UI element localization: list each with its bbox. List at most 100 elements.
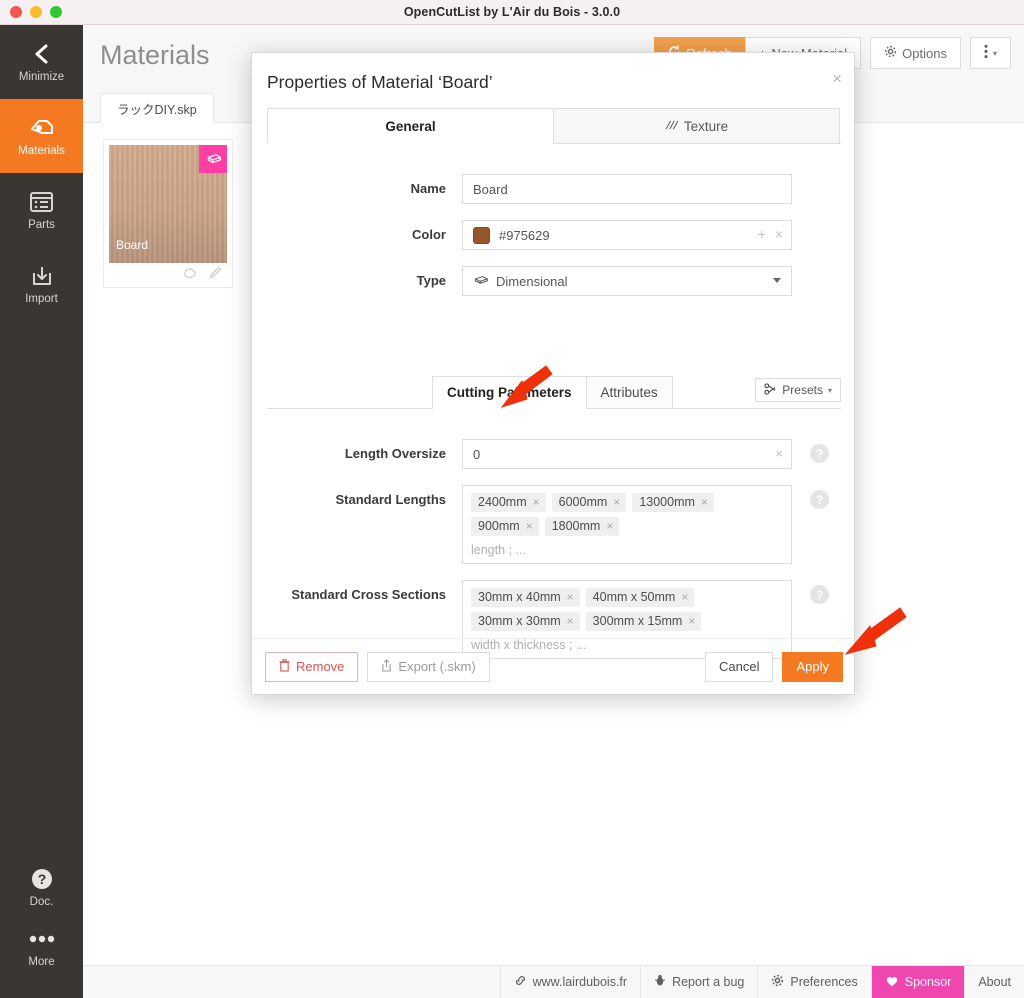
presets-icon: [764, 382, 777, 398]
tag-item[interactable]: 900mm ×: [471, 517, 539, 536]
page-title: Materials: [100, 40, 210, 70]
tag-remove-icon[interactable]: ×: [681, 590, 688, 604]
type-select[interactable]: Dimensional: [462, 266, 792, 296]
color-input[interactable]: #975629: [462, 220, 792, 250]
tag-label: 40mm x 50mm: [592, 590, 676, 604]
options-button-label: Options: [902, 45, 947, 61]
color-actions: + ×: [758, 226, 783, 242]
dialog-tabs: General Texture: [267, 108, 841, 144]
length-oversize-control: 0 × ?: [462, 439, 829, 469]
sidebar-item-doc[interactable]: ? Doc.: [0, 850, 83, 924]
cancel-button[interactable]: Cancel: [705, 651, 774, 682]
close-icon[interactable]: ×: [775, 226, 783, 242]
tag-remove-icon[interactable]: ×: [533, 495, 540, 509]
tag-item[interactable]: 13000mm ×: [632, 493, 714, 512]
plus-icon[interactable]: +: [758, 226, 766, 242]
type-control: Dimensional: [462, 266, 792, 296]
tag-remove-icon[interactable]: ×: [567, 590, 574, 604]
length-oversize-input[interactable]: 0: [462, 439, 792, 469]
clear-icon[interactable]: ×: [775, 446, 783, 461]
tag-remove-icon[interactable]: ×: [606, 519, 613, 533]
tag-item[interactable]: 30mm x 30mm ×: [471, 612, 580, 631]
length-oversize-value: 0: [473, 446, 481, 462]
sidebar-item-materials[interactable]: Materials: [0, 99, 83, 173]
name-input-value: Board: [473, 181, 508, 197]
subtab-attributes[interactable]: Attributes: [585, 376, 673, 409]
status-sponsor[interactable]: Sponsor: [870, 965, 965, 998]
material-thumbnail: Board: [109, 145, 227, 263]
tag-remove-icon[interactable]: ×: [701, 495, 708, 509]
dialog-title: Properties of Material ‘Board’: [267, 72, 493, 92]
window-title: OpenCutList by L'Air du Bois - 3.0.0: [403, 5, 621, 19]
status-about[interactable]: About: [964, 965, 1024, 998]
materials-icon: [29, 115, 55, 142]
chevron-down-icon: ▾: [827, 385, 832, 395]
file-tab-rackdiy[interactable]: ラックDIY.skp: [100, 93, 214, 123]
status-bug-label: Report a bug: [672, 975, 745, 989]
subtab-attributes-label: Attributes: [600, 385, 658, 400]
apply-button[interactable]: Apply: [782, 651, 843, 682]
material-card-board[interactable]: Board: [103, 139, 233, 288]
tag-item[interactable]: 2400mm ×: [471, 493, 546, 512]
tag-item[interactable]: 300mm x 15mm ×: [585, 612, 702, 631]
tag-item[interactable]: 30mm x 40mm ×: [471, 588, 580, 607]
help-icon[interactable]: ?: [810, 490, 829, 509]
sidebar-item-parts[interactable]: Parts: [0, 173, 83, 247]
dialog-subtabs: Cutting Parameters Attributes Presets ▾: [267, 376, 841, 409]
tab-texture-label: Texture: [683, 118, 729, 134]
tag-remove-icon[interactable]: ×: [688, 614, 695, 628]
material-name-label: Board: [116, 238, 149, 252]
name-input[interactable]: Board: [462, 174, 792, 204]
tag-remove-icon[interactable]: ×: [526, 519, 533, 533]
help-icon[interactable]: ?: [810, 585, 829, 604]
status-preferences[interactable]: Preferences: [757, 965, 870, 998]
color-swatch[interactable]: [473, 226, 490, 244]
tag-label: 1800mm: [551, 519, 601, 533]
chevron-down-icon: ▾: [992, 48, 997, 58]
sidebar-item-minimize[interactable]: Minimize: [0, 25, 83, 99]
sidebar-item-label: Import: [25, 292, 58, 305]
standard-lengths-label: Standard Lengths: [335, 492, 446, 507]
standard-lengths-input[interactable]: 2400mm × 6000mm × 13000mm × 900mm × 1800mm × …: [462, 485, 792, 564]
remove-button[interactable]: Remove: [265, 651, 359, 682]
status-report-bug[interactable]: Report a bug: [640, 965, 757, 998]
status-link-website[interactable]: www.lairdubois.fr: [499, 965, 640, 998]
tag-item[interactable]: 1800mm ×: [544, 517, 620, 536]
tag-remove-icon[interactable]: ×: [613, 495, 620, 509]
status-bar: www.lairdubois.fr Report a bug Preferenc…: [83, 965, 1024, 998]
status-link-label: www.lairdubois.fr: [532, 975, 628, 989]
name-control: Board: [462, 174, 792, 204]
sidebar-item-import[interactable]: Import: [0, 247, 83, 321]
dialog-footer: Remove Export (.skm) Cancel Apply: [252, 638, 856, 694]
left-sidebar: Minimize Materials Parts Import ? Doc. M…: [0, 25, 83, 998]
dialog-body: Name Board Color #975629 + × Type Dimens…: [252, 148, 856, 659]
tag-label: 900mm: [478, 519, 520, 533]
type-select-value: Dimensional: [496, 273, 568, 289]
tag-label: 30mm x 30mm: [478, 614, 561, 628]
pencil-icon[interactable]: [208, 265, 223, 285]
tab-general[interactable]: General: [267, 108, 554, 144]
tag-label: 300mm x 15mm: [592, 614, 683, 628]
status-preferences-label: Preferences: [790, 975, 858, 989]
tag-remove-icon[interactable]: ×: [567, 614, 574, 628]
name-label: Name: [410, 181, 446, 196]
tab-texture[interactable]: Texture: [553, 108, 840, 144]
export-icon: [381, 658, 392, 675]
more-menu-button[interactable]: ▾: [969, 37, 1011, 69]
export-button[interactable]: Export (.skm): [367, 651, 490, 682]
presets-button[interactable]: Presets ▾: [755, 378, 841, 402]
material-properties-dialog: Properties of Material ‘Board’ × General…: [251, 52, 856, 695]
subtab-cutting-parameters[interactable]: Cutting Parameters: [432, 376, 587, 409]
paint-bucket-icon[interactable]: [183, 266, 199, 285]
options-button[interactable]: Options: [870, 37, 961, 69]
tag-item[interactable]: 6000mm ×: [551, 493, 627, 512]
close-icon[interactable]: ×: [832, 70, 842, 87]
parts-list-icon: [29, 189, 54, 216]
tag-item[interactable]: 40mm x 50mm ×: [585, 588, 695, 607]
board-type-icon: [473, 274, 489, 289]
sidebar-item-more[interactable]: More: [0, 924, 83, 998]
sidebar-item-label: Materials: [18, 144, 65, 157]
color-input-value: #975629: [499, 227, 550, 243]
help-icon[interactable]: ?: [810, 444, 829, 463]
heart-icon: [885, 975, 899, 990]
